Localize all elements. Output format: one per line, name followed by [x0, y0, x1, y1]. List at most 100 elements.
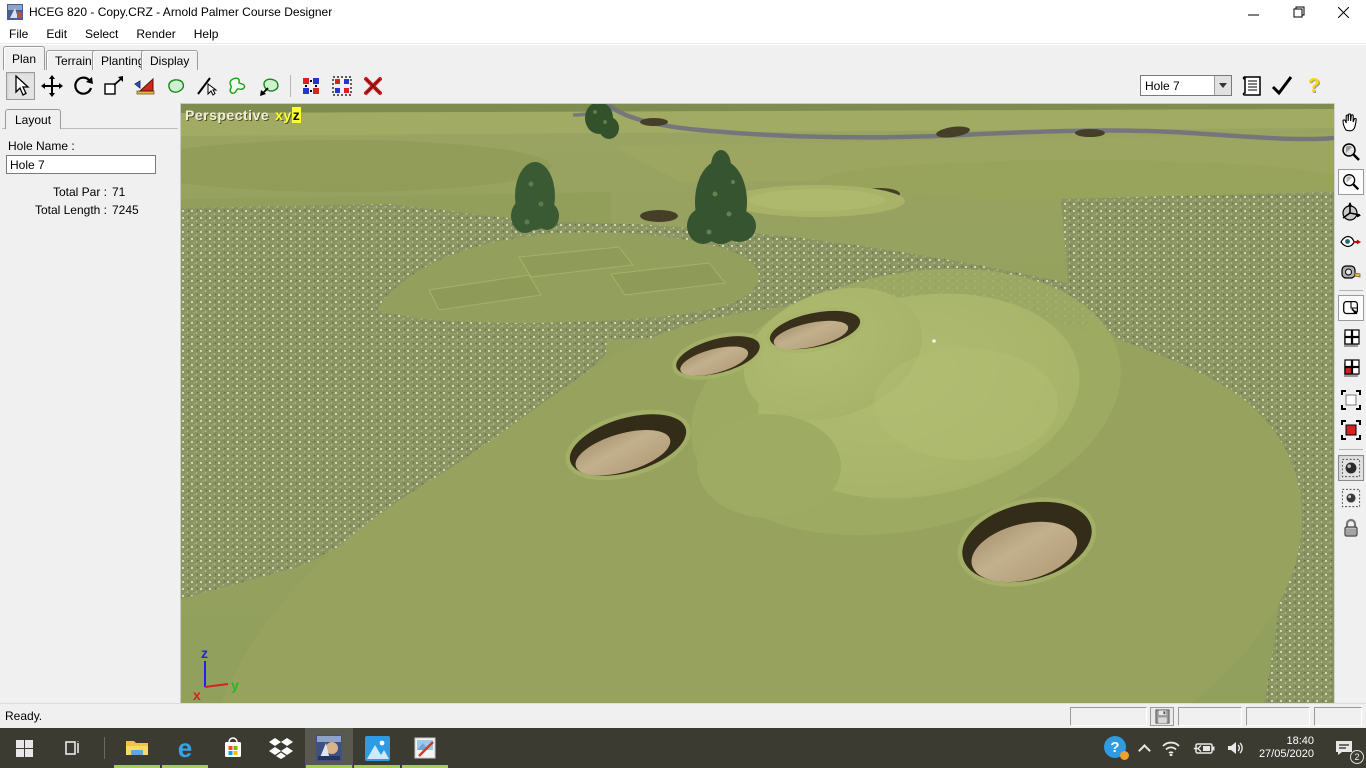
render-mode-2-button[interactable] [1338, 485, 1364, 511]
taskbar-edge[interactable]: e [161, 728, 209, 768]
select-tool-button[interactable] [6, 72, 35, 100]
menu-edit[interactable]: Edit [37, 25, 76, 43]
notification-dot [1120, 751, 1129, 760]
orbit-axes-icon [1340, 201, 1362, 223]
zoom-tool-button[interactable] [1338, 139, 1364, 165]
photos-icon [365, 736, 390, 761]
menu-file[interactable]: File [0, 25, 37, 43]
tab-layout[interactable]: Layout [5, 109, 61, 129]
restore-button[interactable] [1276, 0, 1321, 24]
lock-view-button[interactable] [1338, 515, 1364, 541]
quick-save-button[interactable] [1150, 707, 1174, 726]
four-viewports-button[interactable] [1338, 325, 1364, 351]
combobox-dropdown-button[interactable] [1214, 76, 1231, 95]
delete-x-icon [362, 75, 384, 97]
clock-time: 18:40 [1259, 735, 1314, 748]
tab-strip: Plan Terrain Planting Display [0, 45, 1366, 70]
status-bar: Ready. [0, 703, 1366, 728]
delete-tool-button[interactable] [358, 72, 387, 100]
battery-charging-icon [1193, 741, 1215, 755]
move-icon [41, 75, 63, 97]
status-panel-1 [1070, 707, 1147, 726]
pan-tool-button[interactable] [1338, 109, 1364, 135]
minimize-button[interactable] [1231, 0, 1276, 24]
taskbar-dropbox[interactable] [257, 728, 305, 768]
course-designer-app-icon [316, 735, 342, 761]
tab-display[interactable]: Display [141, 50, 198, 70]
task-view-button[interactable] [48, 728, 96, 768]
render-sphere-2-icon [1341, 488, 1361, 508]
right-toolbar-separator [1339, 290, 1363, 291]
taskbar-paint[interactable] [401, 728, 449, 768]
slope-tool-button[interactable] [130, 72, 159, 100]
apply-check-button[interactable] [1268, 71, 1296, 101]
shape-blob-icon [165, 75, 187, 97]
tab-plan[interactable]: Plan [3, 46, 45, 70]
menu-select[interactable]: Select [76, 25, 127, 43]
taskbar-file-explorer[interactable] [113, 728, 161, 768]
measure-tool-button[interactable] [1338, 259, 1364, 285]
move-tool-button[interactable] [37, 72, 66, 100]
window-title: HCEG 820 - Copy.CRZ - Arnold Palmer Cour… [29, 5, 332, 19]
render-mode-button[interactable] [1338, 455, 1364, 481]
dropbox-icon [269, 737, 293, 759]
magnifier-icon [1340, 141, 1362, 163]
drag-shape-tool-button[interactable] [254, 72, 283, 100]
hole-selector-combobox[interactable]: Hole 7 [1140, 75, 1232, 96]
maximize-pane-active-button[interactable] [1338, 417, 1364, 443]
pick-edge-tool-button[interactable] [192, 72, 221, 100]
clock-date: 27/05/2020 [1259, 748, 1314, 761]
tray-clock[interactable]: 18:40 27/05/2020 [1251, 728, 1322, 768]
nodes-marquee-icon [331, 75, 353, 97]
single-viewport-button[interactable] [1338, 295, 1364, 321]
menu-render[interactable]: Render [127, 25, 184, 43]
node-edit-button[interactable] [296, 72, 325, 100]
total-length-value: 7245 [112, 203, 139, 217]
four-panes-red-icon [1340, 357, 1362, 379]
tray-battery-button[interactable] [1187, 728, 1221, 768]
close-button[interactable] [1321, 0, 1366, 24]
hole-notes-button[interactable] [1238, 71, 1266, 101]
maximize-pane-icon [1340, 389, 1362, 411]
tray-volume-button[interactable] [1221, 728, 1251, 768]
app-icon [7, 4, 23, 20]
rotate-icon [72, 75, 94, 97]
maximize-pane-button[interactable] [1338, 387, 1364, 413]
select-arrow-icon [10, 75, 32, 97]
scale-tool-button[interactable] [99, 72, 128, 100]
menu-help[interactable]: Help [185, 25, 228, 43]
taskbar-store[interactable] [209, 728, 257, 768]
outline-tool-button[interactable] [223, 72, 252, 100]
context-help-button[interactable]: ? [1300, 71, 1328, 101]
render-sphere-icon [1341, 458, 1361, 478]
edge-icon: e [178, 735, 192, 761]
tray-network-button[interactable] [1155, 728, 1187, 768]
taskbar-photos[interactable] [353, 728, 401, 768]
hole-name-label: Hole Name : [8, 139, 75, 153]
view-tool-column [1334, 103, 1366, 703]
tray-overflow-button[interactable] [1134, 728, 1155, 768]
rotate-tool-button[interactable] [68, 72, 97, 100]
status-panel-2 [1178, 707, 1242, 726]
axes-z-label: z [292, 107, 302, 123]
course-3d-scene[interactable]: z y x [181, 104, 1334, 703]
paint-icon [413, 736, 437, 760]
look-at-tool-button[interactable] [1338, 229, 1364, 255]
hole-name-input[interactable] [6, 155, 156, 174]
zoom-window-button[interactable] [1338, 169, 1364, 195]
tray-help-button[interactable]: ? [1098, 728, 1134, 768]
start-button[interactable] [0, 728, 48, 768]
viewport-3d[interactable]: z y x Perspectivexyz [181, 103, 1334, 703]
taskbar-course-designer[interactable] [305, 728, 353, 768]
node-select-button[interactable] [327, 72, 356, 100]
question-mark-icon: ? [1308, 75, 1320, 98]
system-tray: ? 18:40 27/05/2020 2 [1098, 728, 1366, 768]
shape-tool-button[interactable] [161, 72, 190, 100]
pick-line-icon [196, 75, 218, 97]
orbit-tool-button[interactable] [1338, 199, 1364, 225]
action-center-button[interactable]: 2 [1322, 728, 1366, 768]
four-viewports-active-button[interactable] [1338, 355, 1364, 381]
axis-z-label: z [201, 645, 208, 661]
padlock-icon [1340, 517, 1362, 539]
main-area: Layout Hole Name : Total Par :71 Total L… [0, 103, 1366, 703]
